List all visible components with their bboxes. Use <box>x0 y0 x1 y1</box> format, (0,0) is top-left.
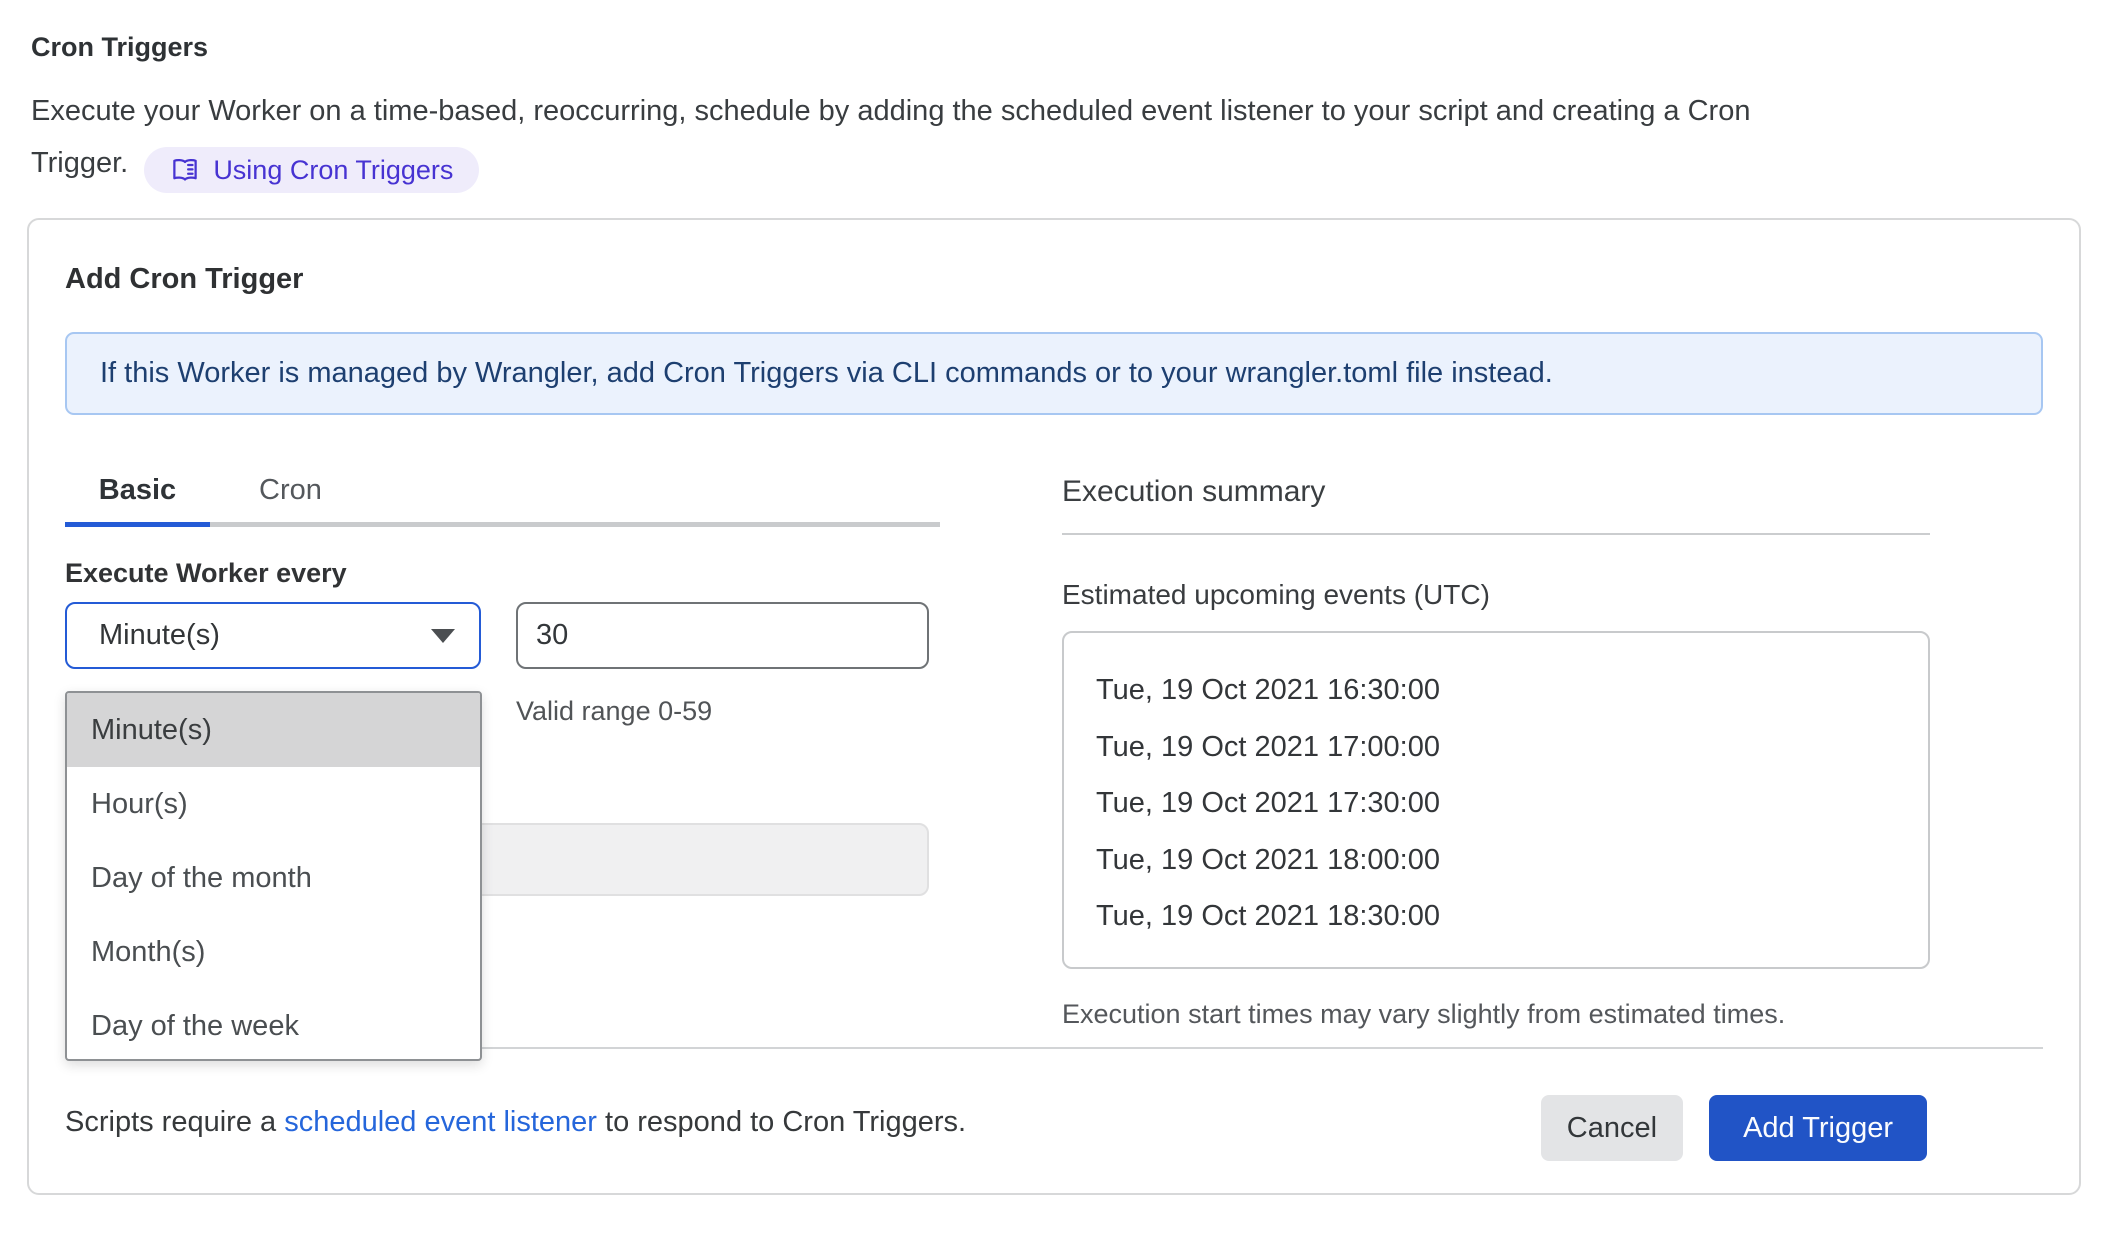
tab-basic[interactable]: Basic <box>65 470 210 510</box>
card-footer: Scripts require a scheduled event listen… <box>65 1049 2043 1195</box>
scheduled-event-listener-link[interactable]: scheduled event listener <box>284 1106 597 1138</box>
card-title: Add Cron Trigger <box>65 262 2043 296</box>
event-line: Tue, 19 Oct 2021 17:00:00 <box>1096 719 1908 776</box>
period-select-value: Minute(s) <box>99 619 220 652</box>
trigger-mode-tabbar: Basic Cron <box>65 464 940 527</box>
add-cron-trigger-card: Add Cron Trigger If this Worker is manag… <box>27 218 2081 1195</box>
dropdown-option-minutes[interactable]: Minute(s) <box>67 693 480 767</box>
dropdown-option-months[interactable]: Month(s) <box>67 915 480 989</box>
execution-summary-title: Execution summary <box>1062 472 1930 512</box>
page-title: Cron Triggers <box>31 30 2108 64</box>
page-description-line1: Execute your Worker on a time-based, reo… <box>31 85 2041 137</box>
event-line: Tue, 19 Oct 2021 18:30:00 <box>1096 888 1908 945</box>
period-dropdown-menu: Minute(s) Hour(s) Day of the month Month… <box>65 691 482 1061</box>
estimated-events-box: Tue, 19 Oct 2021 16:30:00 Tue, 19 Oct 20… <box>1062 631 1930 969</box>
valid-range-helper: Valid range 0-59 <box>516 696 929 727</box>
estimated-events-label: Estimated upcoming events (UTC) <box>1062 579 1930 611</box>
period-select[interactable]: Minute(s) <box>65 602 481 669</box>
event-line: Tue, 19 Oct 2021 17:30:00 <box>1096 775 1908 832</box>
interval-value-input[interactable] <box>516 602 929 669</box>
page-description: Execute your Worker on a time-based, reo… <box>31 85 2041 193</box>
cancel-button[interactable]: Cancel <box>1541 1095 1683 1161</box>
footer-text-prefix: Scripts require a <box>65 1106 284 1138</box>
page-description-line2: Trigger. <box>31 147 128 179</box>
chevron-down-icon <box>431 629 455 643</box>
dropdown-option-day-of-week[interactable]: Day of the week <box>67 989 480 1061</box>
tab-cron[interactable]: Cron <box>244 470 337 510</box>
book-icon <box>170 155 200 185</box>
docs-link-using-cron-triggers[interactable]: Using Cron Triggers <box>144 147 479 193</box>
execution-summary-column: Execution summary Estimated upcoming eve… <box>1062 464 1930 1047</box>
add-trigger-button[interactable]: Add Trigger <box>1709 1095 1927 1161</box>
dropdown-option-hours[interactable]: Hour(s) <box>67 767 480 841</box>
event-line: Tue, 19 Oct 2021 16:30:00 <box>1096 662 1908 719</box>
active-tab-indicator <box>65 522 210 527</box>
card-columns: Basic Cron Execute Worker every Minute(s… <box>65 464 2043 1047</box>
footer-text-suffix: to respond to Cron Triggers. <box>597 1106 966 1138</box>
wrangler-info-banner: If this Worker is managed by Wrangler, a… <box>65 332 2043 415</box>
execution-summary-header: Execution summary <box>1062 472 1930 535</box>
interval-value-wrap: Valid range 0-59 <box>516 602 929 727</box>
wrangler-info-banner-text: If this Worker is managed by Wrangler, a… <box>100 357 1553 390</box>
footer-requirement-text: Scripts require a scheduled event listen… <box>65 1106 966 1139</box>
dropdown-option-day-of-month[interactable]: Day of the month <box>67 841 480 915</box>
event-line: Tue, 19 Oct 2021 18:00:00 <box>1096 832 1908 889</box>
execute-worker-every-label: Execute Worker every <box>65 558 940 588</box>
trigger-form-column: Basic Cron Execute Worker every Minute(s… <box>65 464 940 1047</box>
execution-note: Execution start times may vary slightly … <box>1062 999 1930 1030</box>
docs-link-label: Using Cron Triggers <box>213 144 453 196</box>
footer-actions: Cancel Add Trigger <box>1541 1095 1927 1161</box>
